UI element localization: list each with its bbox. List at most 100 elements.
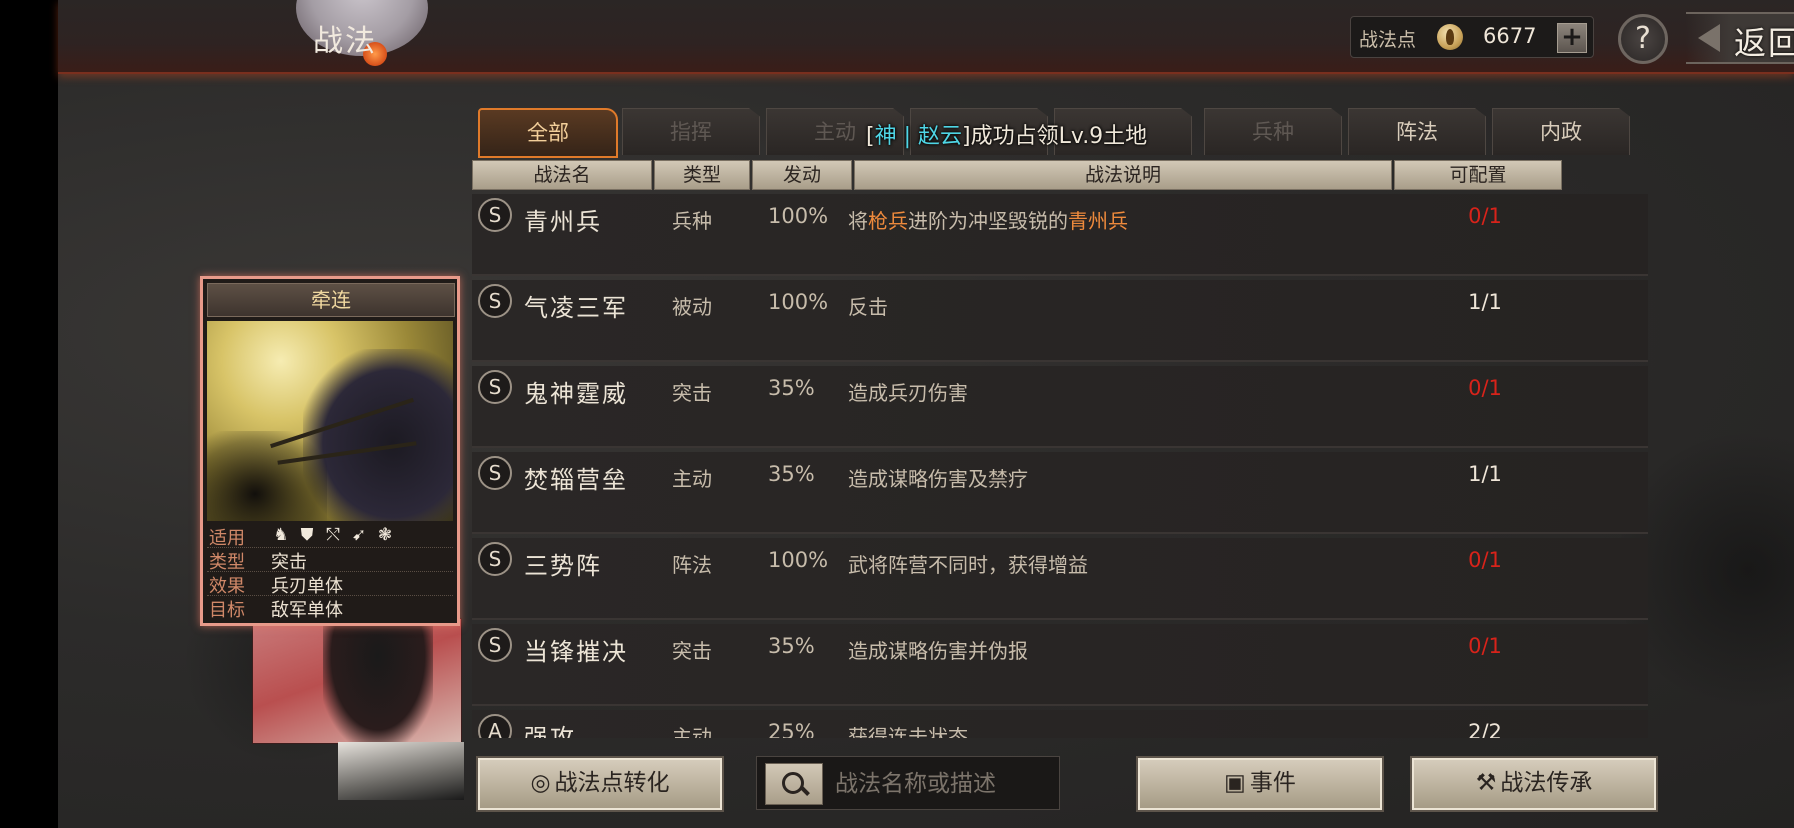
search-input[interactable] bbox=[833, 765, 1057, 803]
table-header: 战法名 类型 发动 战法说明 可配置 bbox=[472, 160, 1648, 190]
tab-formation[interactable]: 阵法 bbox=[1348, 108, 1486, 155]
grade-badge: S bbox=[478, 542, 512, 576]
system-notice: [神 | 赵云]成功占领Lv.9土地 bbox=[866, 118, 1147, 150]
inherit-label: 战法传承 bbox=[1500, 770, 1593, 796]
configurable-count: 0/1 bbox=[1468, 376, 1502, 400]
tactic-card-back[interactable] bbox=[252, 618, 462, 744]
header-rate[interactable]: 发动 bbox=[752, 160, 852, 190]
tactic-name: 焚辎营垒 bbox=[524, 466, 628, 494]
tactic-type: 阵法 bbox=[672, 553, 712, 577]
tactic-list: S 青州兵 兵种 100% 将枪兵进阶为冲坚毁锐的青州兵 0/1 S 气凌三军 … bbox=[472, 194, 1648, 738]
tactic-type: 兵种 bbox=[672, 209, 712, 233]
grade-badge: S bbox=[478, 628, 512, 662]
configurable-count: 0/1 bbox=[1468, 204, 1502, 228]
search-button[interactable] bbox=[765, 763, 823, 805]
notice-hero-tag: 神 bbox=[874, 124, 897, 149]
table-row[interactable]: S 青州兵 兵种 100% 将枪兵进阶为冲坚毁锐的青州兵 0/1 bbox=[472, 194, 1648, 276]
card-info-value: 敌军单体 bbox=[271, 600, 343, 621]
help-icon: ? bbox=[1635, 21, 1651, 56]
tactic-rate: 35% bbox=[768, 634, 815, 658]
tactic-description: 造成谋略伤害并伪报 bbox=[848, 639, 1028, 663]
description-part: 将 bbox=[848, 209, 868, 233]
description-part: 进阶为冲坚毁锐的 bbox=[908, 209, 1068, 233]
tactic-type: 被动 bbox=[672, 295, 712, 319]
art-foreground-silhouette bbox=[207, 431, 327, 521]
tactic-type: 主动 bbox=[672, 725, 712, 738]
grade-badge: A bbox=[478, 714, 512, 738]
configurable-count: 0/1 bbox=[1468, 548, 1502, 572]
top-bar: 战法 战法点 6677 + ? 返回 bbox=[58, 0, 1794, 74]
tactic-description: 获得连击状态 bbox=[848, 725, 968, 738]
card-target-row: 目标 敌军单体 bbox=[207, 595, 453, 621]
tactic-type: 突击 bbox=[672, 381, 712, 405]
configurable-count: 1/1 bbox=[1468, 462, 1502, 486]
tactic-description: 将枪兵进阶为冲坚毁锐的青州兵 bbox=[848, 205, 1128, 234]
convert-points-button[interactable]: ◎ 战法点转化 bbox=[476, 756, 724, 812]
left-letterbox bbox=[0, 0, 58, 828]
tactic-points-value: 6677 bbox=[1483, 24, 1537, 48]
tactic-name: 鬼神霆威 bbox=[524, 380, 628, 408]
tactic-name: 三势阵 bbox=[524, 552, 602, 580]
grade-badge: S bbox=[478, 370, 512, 404]
notice-hero-name: 赵云 bbox=[918, 124, 963, 149]
shield-icon: ⛊ bbox=[300, 525, 314, 545]
table-row[interactable]: S 焚辎营垒 主动 35% 造成谋略伤害及禁疗 1/1 bbox=[472, 452, 1648, 534]
search-icon bbox=[782, 772, 804, 794]
tactic-card-back-2[interactable] bbox=[338, 742, 464, 800]
tactic-name: 气凌三军 bbox=[524, 294, 628, 322]
table-row[interactable]: S 气凌三军 被动 100% 反击 1/1 bbox=[472, 280, 1648, 362]
table-row[interactable]: S 鬼神霆威 突击 35% 造成兵刃伤害 0/1 bbox=[472, 366, 1648, 448]
configurable-count: 1/1 bbox=[1468, 290, 1502, 314]
table-row[interactable]: A 强攻 主动 25% 获得连击状态 2/2 bbox=[472, 710, 1648, 738]
tactic-points-display: 战法点 6677 + bbox=[1350, 16, 1594, 58]
tactic-rate: 100% bbox=[768, 548, 829, 572]
tab-troop[interactable]: 兵种 bbox=[1204, 108, 1342, 155]
tab-command[interactable]: 指挥 bbox=[622, 108, 760, 155]
table-row[interactable]: S 三势阵 阵法 100% 武将阵营不同时，获得增益 0/1 bbox=[472, 538, 1648, 620]
grade-badge: S bbox=[478, 198, 512, 232]
search-box bbox=[756, 756, 1060, 810]
tactic-rate: 35% bbox=[768, 376, 815, 400]
header-configurable[interactable]: 可配置 bbox=[1394, 160, 1562, 190]
tactic-description: 造成兵刃伤害 bbox=[848, 381, 968, 405]
tab-internal[interactable]: 内政 bbox=[1492, 108, 1630, 155]
tactic-description: 造成谋略伤害及禁疗 bbox=[848, 467, 1028, 491]
events-button[interactable]: ▣ 事件 bbox=[1136, 756, 1384, 812]
search-icon-handle bbox=[800, 786, 810, 796]
selected-tactic-card[interactable]: 牵连 适用 ♞ ⛊ ⤲ ➹ ❃ 类型 突击 效果 兵刃单体 目标 敌军单体 bbox=[200, 276, 460, 626]
events-label: 事件 bbox=[1249, 770, 1296, 796]
cavalry-icon: ♞ bbox=[273, 525, 289, 545]
troop-type-icons: ♞ ⛊ ⤲ ➹ ❃ bbox=[271, 525, 395, 545]
tactic-rate: 35% bbox=[768, 462, 815, 486]
siege-icon: ❃ bbox=[377, 525, 393, 545]
notice-bracket-open: [ bbox=[866, 124, 875, 149]
convert-label: 战法点转化 bbox=[554, 770, 670, 796]
add-points-button[interactable]: + bbox=[1557, 23, 1587, 53]
card-info: 适用 ♞ ⛊ ⤲ ➹ ❃ 类型 突击 效果 兵刃单体 目标 敌军单体 bbox=[207, 523, 453, 621]
tactic-rate: 100% bbox=[768, 290, 829, 314]
card-info-key: 目标 bbox=[209, 600, 245, 621]
back-arrow-icon bbox=[1698, 24, 1720, 52]
inherit-button[interactable]: ⚒ 战法传承 bbox=[1410, 756, 1658, 812]
tactic-rate: 25% bbox=[768, 720, 815, 738]
grade-badge: S bbox=[478, 284, 512, 318]
bow-icon: ⤲ bbox=[326, 525, 340, 545]
tactic-type: 突击 bbox=[672, 639, 712, 663]
tab-all[interactable]: 全部 bbox=[478, 108, 618, 158]
table-row[interactable]: S 当锋摧决 突击 35% 造成谋略伤害并伪报 0/1 bbox=[472, 624, 1648, 706]
tactic-name: 当锋摧决 bbox=[524, 638, 628, 666]
back-button[interactable]: 返回 bbox=[1686, 12, 1794, 64]
header-name[interactable]: 战法名 bbox=[472, 160, 652, 190]
notice-bracket-close: ] bbox=[962, 124, 971, 149]
header-type[interactable]: 类型 bbox=[654, 160, 750, 190]
hammer-icon: ⚒ bbox=[1475, 770, 1497, 796]
configurable-count: 0/1 bbox=[1468, 634, 1502, 658]
grade-badge: S bbox=[478, 456, 512, 490]
notice-separator: | bbox=[896, 124, 919, 149]
header-description: 战法说明 bbox=[854, 160, 1392, 190]
spear-icon: ➹ bbox=[351, 525, 367, 545]
card-effect-row: 效果 兵刃单体 bbox=[207, 571, 453, 597]
description-highlight: 枪兵 bbox=[868, 209, 908, 233]
tactic-name: 强攻 bbox=[524, 724, 576, 738]
help-button[interactable]: ? bbox=[1618, 14, 1668, 64]
